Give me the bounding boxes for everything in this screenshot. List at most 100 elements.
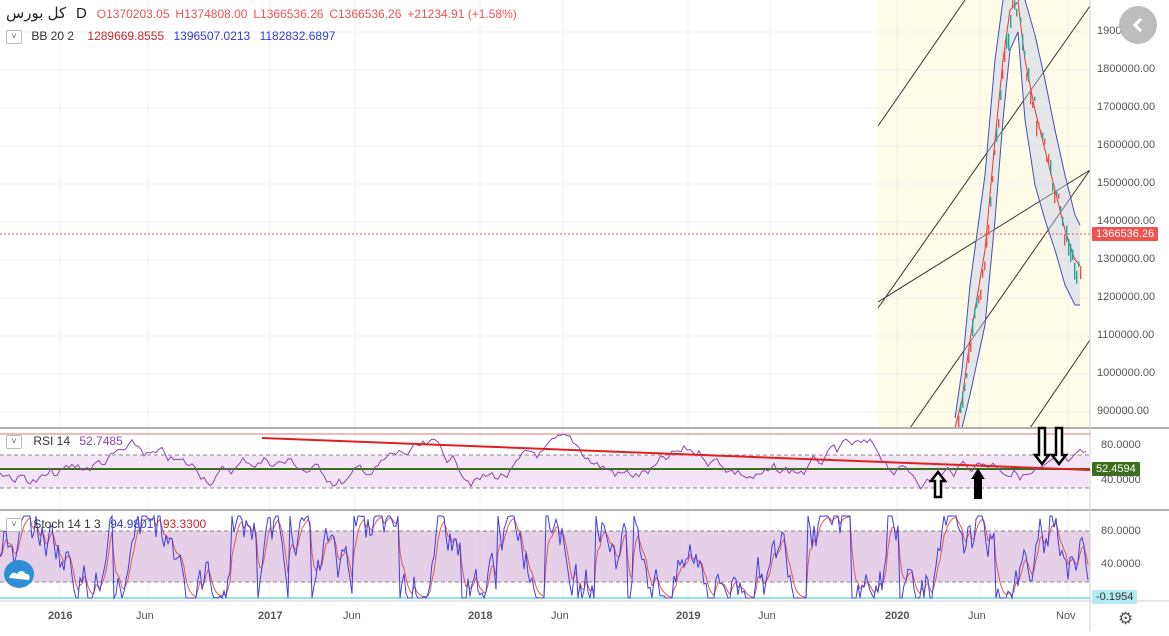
- time-axis-label: 2016: [48, 610, 73, 622]
- tradingview-cloud-icon[interactable]: [4, 560, 34, 588]
- candle: [1060, 206, 1062, 211]
- back-button[interactable]: [1119, 6, 1157, 44]
- candle: [1036, 120, 1038, 137]
- stoch-axis-tick-40: 40.0000: [1101, 558, 1141, 570]
- rsi-band: [0, 455, 1090, 488]
- change-value: +21234.91 (+1.58%): [407, 7, 517, 21]
- rsi-label[interactable]: RSI 14: [33, 434, 70, 448]
- candle: [972, 319, 974, 337]
- candle: [1050, 160, 1052, 175]
- last-price-tag: 1366536.26: [1092, 227, 1159, 241]
- open-value: O1370203.05: [96, 7, 170, 21]
- candle: [1034, 96, 1036, 101]
- time-axis-label: 2020: [885, 610, 910, 622]
- candle: [1052, 182, 1054, 192]
- candle: [1022, 34, 1024, 51]
- stoch-k-value: 94.9801: [110, 517, 154, 531]
- candle: [1080, 266, 1082, 280]
- candle: [1066, 225, 1068, 242]
- time-axis-label: Jun: [343, 610, 361, 622]
- rsi-legend[interactable]: ˅ RSI 14 52.7485: [6, 434, 123, 449]
- symbol-legend[interactable]: کل بورس D O1370203.05 H1374808.00 L13665…: [6, 4, 523, 22]
- candle: [1074, 262, 1076, 280]
- bb-label[interactable]: BB 20 2: [31, 29, 74, 43]
- candle: [1018, 0, 1020, 2]
- price-axis-tick: 1400000.00: [1097, 215, 1156, 227]
- candle: [984, 261, 986, 271]
- candle: [982, 268, 984, 278]
- candle: [1020, 17, 1022, 23]
- candle: [996, 128, 998, 142]
- candle: [964, 383, 966, 392]
- price-axis-tick: 1300000.00: [1097, 253, 1156, 265]
- chevron-left-icon: [1132, 17, 1143, 33]
- price-axis-tick: 900000.00: [1097, 405, 1149, 417]
- price-axis-tick: 1600000.00: [1097, 139, 1156, 151]
- candle: [1032, 101, 1034, 108]
- candle: [1070, 244, 1072, 262]
- candle: [1030, 88, 1032, 105]
- low-value: L1366536.26: [253, 7, 324, 21]
- candle: [1044, 138, 1046, 146]
- candle: [1004, 47, 1006, 62]
- candle: [1040, 129, 1042, 135]
- stoch-axis-tag: -0.1954: [1092, 590, 1138, 604]
- candle: [1010, 14, 1012, 28]
- candle: [998, 119, 1000, 128]
- time-axis-label: Jun: [551, 610, 569, 622]
- time-axis-label: 2019: [676, 610, 701, 622]
- arrow-up-icon: [971, 468, 985, 499]
- candle: [1064, 234, 1066, 246]
- chart-window[interactable]: کل بورس D O1370203.05 H1374808.00 L13665…: [0, 0, 1169, 631]
- candle: [958, 415, 960, 428]
- candle: [960, 402, 962, 414]
- candle: [1042, 132, 1044, 141]
- price-axis-tick: 1500000.00: [1097, 177, 1156, 189]
- candle: [1078, 261, 1080, 267]
- candle: [966, 373, 968, 379]
- candle: [992, 176, 994, 182]
- chevron-down-icon[interactable]: ˅: [6, 434, 22, 449]
- candle: [1076, 270, 1078, 284]
- candle: [1026, 72, 1028, 81]
- candle: [1016, 8, 1018, 17]
- price-axis-tick: 1700000.00: [1097, 101, 1156, 113]
- candle: [1000, 89, 1002, 101]
- stoch-axis-tick-80: 80.0000: [1101, 525, 1141, 537]
- candle: [1054, 190, 1056, 204]
- candle: [976, 297, 978, 308]
- candle: [1062, 216, 1064, 227]
- price-axis-tick: 1800000.00: [1097, 63, 1156, 75]
- gear-icon[interactable]: ⚙: [1118, 609, 1133, 629]
- candle: [1048, 154, 1050, 165]
- bb-legend[interactable]: ˅ BB 20 2 1289669.8555 1396507.0213 1182…: [6, 29, 341, 44]
- chevron-down-icon[interactable]: ˅: [6, 29, 22, 44]
- arrow-down-icon: [1032, 426, 1052, 467]
- bb-basis-value: 1289669.8555: [87, 29, 165, 43]
- stoch-label[interactable]: Stoch 14 1 3: [33, 517, 100, 531]
- stoch-d-value: 93.3300: [162, 517, 207, 531]
- interval-label[interactable]: D: [76, 5, 87, 22]
- candle: [1008, 33, 1010, 51]
- candle: [1068, 238, 1070, 256]
- bb-upper-value: 1396507.0213: [173, 29, 251, 43]
- time-axis-label: Jun: [758, 610, 776, 622]
- candle: [1006, 33, 1008, 49]
- candle: [1024, 51, 1026, 57]
- high-value: H1374808.00: [175, 7, 248, 21]
- candle: [1014, 0, 1016, 10]
- rsi-axis-tick-80: 80.0000: [1101, 439, 1141, 451]
- chart-canvas[interactable]: [0, 0, 1169, 631]
- symbol-name[interactable]: کل بورس: [6, 5, 66, 22]
- candle: [1058, 193, 1060, 199]
- candle: [962, 391, 964, 408]
- candle: [986, 230, 988, 248]
- time-axis-label: Nov: [1056, 610, 1076, 622]
- arrow-down-icon: [1049, 426, 1069, 467]
- stoch-legend[interactable]: ˅ Stoch 14 1 3 94.9801 93.3300: [6, 517, 206, 532]
- rsi-value: 52.7485: [79, 434, 123, 448]
- chevron-down-icon[interactable]: ˅: [6, 517, 22, 532]
- bb-lower-value: 1182832.6897: [259, 29, 336, 43]
- candle: [974, 308, 976, 319]
- candle: [968, 349, 970, 364]
